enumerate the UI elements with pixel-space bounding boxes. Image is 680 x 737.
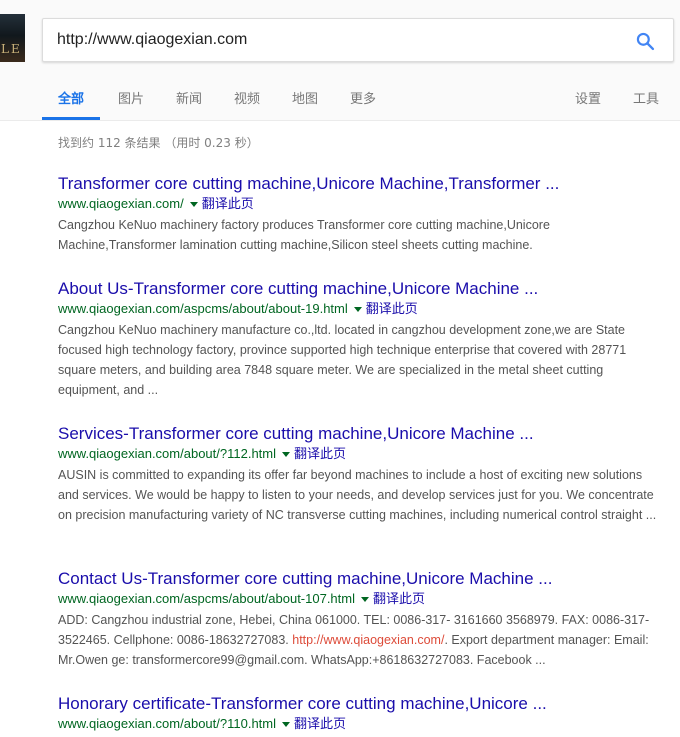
result-url: www.qiaogexian.com/about/?112.html bbox=[58, 446, 276, 461]
tab-more[interactable]: 更多 bbox=[350, 88, 376, 107]
search-result: Transformer core cutting machine,Unicore… bbox=[58, 173, 658, 255]
result-title-link[interactable]: Transformer core cutting machine,Unicore… bbox=[58, 173, 658, 195]
header-bar: LE http://www.qiaogexian.com 全部 图片 新闻 视频… bbox=[0, 0, 680, 121]
result-stats: 找到约 112 条结果 （用时 0.23 秒） bbox=[58, 136, 259, 150]
result-url: www.qiaogexian.com/ bbox=[58, 196, 184, 211]
result-title-link[interactable]: Contact Us-Transformer core cutting mach… bbox=[58, 568, 658, 590]
result-url-line: www.qiaogexian.com/翻译此页 bbox=[58, 195, 658, 213]
logo-letters: LE bbox=[1, 42, 22, 56]
search-result: Honorary certificate-Transformer core cu… bbox=[58, 693, 658, 733]
translate-link[interactable]: 翻译此页 bbox=[366, 302, 418, 317]
translate-link[interactable]: 翻译此页 bbox=[294, 717, 346, 732]
result-url-line: www.qiaogexian.com/aspcms/about/about-19… bbox=[58, 300, 658, 318]
search-result: Contact Us-Transformer core cutting mach… bbox=[58, 568, 658, 670]
url-dropdown-arrow-icon[interactable] bbox=[189, 201, 198, 207]
result-url: www.qiaogexian.com/aspcms/about/about-19… bbox=[58, 301, 348, 316]
translate-link[interactable]: 翻译此页 bbox=[373, 592, 425, 607]
tab-news[interactable]: 新闻 bbox=[176, 88, 202, 107]
url-dropdown-arrow-icon[interactable] bbox=[353, 306, 362, 312]
search-tabs: 全部 图片 新闻 视频 地图 更多 设置 工具 bbox=[0, 84, 680, 120]
result-snippet: Cangzhou KeNuo machinery manufacture co.… bbox=[58, 323, 627, 397]
result-snippet: ADD: Cangzhou industrial zone, Hebei, Ch… bbox=[58, 610, 658, 670]
tab-all[interactable]: 全部 bbox=[58, 88, 84, 107]
tab-maps[interactable]: 地图 bbox=[292, 88, 318, 107]
url-dropdown-arrow-icon[interactable] bbox=[361, 596, 369, 602]
result-title-link[interactable]: About Us-Transformer core cutting machin… bbox=[58, 278, 658, 300]
search-input[interactable]: http://www.qiaogexian.com bbox=[42, 18, 674, 62]
result-url: www.qiaogexian.com/about/?110.html bbox=[58, 716, 276, 731]
tab-settings[interactable]: 设置 bbox=[575, 88, 601, 107]
search-query-text[interactable]: http://www.qiaogexian.com bbox=[57, 31, 247, 49]
result-url-line: www.qiaogexian.com/about/?112.html 翻译此页 bbox=[58, 445, 658, 463]
result-snippet: AUSIN is committed to expanding its offe… bbox=[58, 468, 657, 522]
search-icon[interactable] bbox=[635, 31, 655, 51]
result-title-link[interactable]: Services-Transformer core cutting machin… bbox=[58, 423, 658, 445]
snippet-url-link[interactable]: http://www.qiaogexian.com/ bbox=[292, 633, 444, 647]
tab-images[interactable]: 图片 bbox=[118, 88, 144, 107]
result-url-line: www.qiaogexian.com/aspcms/about/about-10… bbox=[58, 590, 658, 608]
result-url: www.qiaogexian.com/aspcms/about/about-10… bbox=[58, 591, 355, 606]
result-title-link[interactable]: Honorary certificate-Transformer core cu… bbox=[58, 693, 658, 715]
translate-link[interactable]: 翻译此页 bbox=[294, 447, 346, 462]
result-snippet: Cangzhou KeNuo machinery factory produce… bbox=[58, 218, 550, 252]
url-dropdown-arrow-icon[interactable] bbox=[282, 451, 290, 457]
logo[interactable]: LE bbox=[0, 14, 25, 62]
tab-videos[interactable]: 视频 bbox=[234, 88, 260, 107]
search-result: Services-Transformer core cutting machin… bbox=[58, 423, 658, 525]
search-result: About Us-Transformer core cutting machin… bbox=[58, 278, 658, 400]
tab-tools[interactable]: 工具 bbox=[633, 88, 659, 107]
active-tab-underline bbox=[42, 117, 100, 120]
translate-link[interactable]: 翻译此页 bbox=[202, 197, 254, 212]
url-dropdown-arrow-icon[interactable] bbox=[282, 721, 290, 727]
result-url-line: www.qiaogexian.com/about/?110.html 翻译此页 bbox=[58, 715, 658, 733]
